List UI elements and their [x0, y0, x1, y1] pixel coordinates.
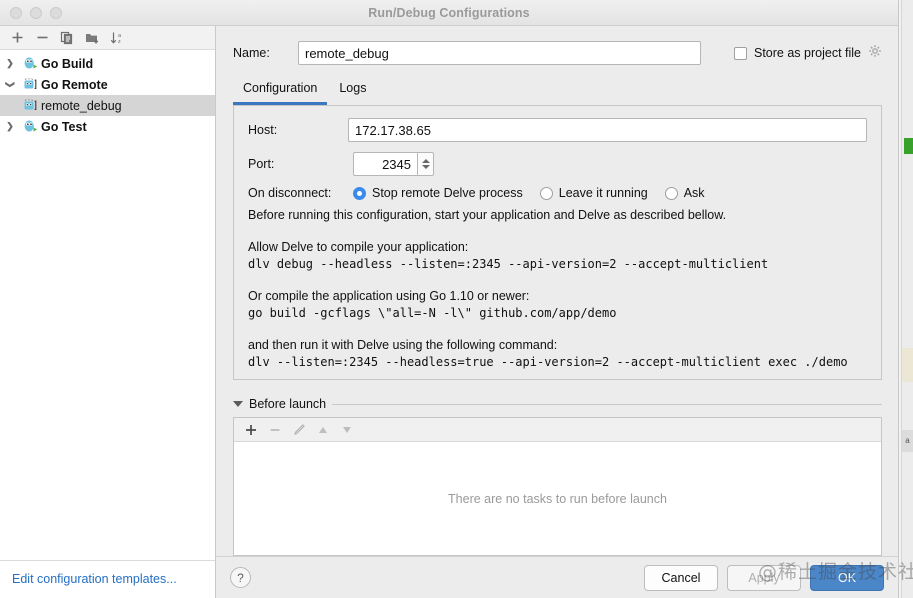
store-as-project-file-checkbox[interactable]	[734, 46, 747, 60]
port-field-row: Port: 2345	[248, 152, 867, 176]
sort-alphabetically-icon[interactable]: a z	[106, 28, 128, 48]
tree-node-label: Go Remote	[41, 77, 108, 92]
radio-button[interactable]	[353, 186, 366, 200]
on-disconnect-label: On disconnect:	[248, 186, 332, 200]
run-debug-configurations-dialog: Run/Debug Configurations a z ❯ Go Build …	[0, 0, 899, 598]
tree-node-label: Go Test	[41, 119, 87, 134]
edit-configuration-templates-link[interactable]: Edit configuration templates...	[12, 572, 177, 586]
edit-task-icon	[290, 421, 308, 439]
window-controls[interactable]	[10, 6, 62, 19]
header-divider	[332, 403, 882, 405]
compile-go-110-command: go build -gcflags \"all=-N -l\" github.c…	[248, 306, 617, 320]
ide-marker-highlight	[902, 348, 913, 382]
host-input[interactable]: 172.17.38.65	[348, 118, 867, 142]
intro-text: Before running this configuration, start…	[248, 208, 727, 222]
window-title: Run/Debug Configurations	[368, 5, 530, 20]
on-disconnect-row: On disconnect: Stop remote Delve process…	[248, 186, 867, 200]
port-stepper[interactable]: 2345	[353, 152, 434, 176]
allow-delve-compile-title: Allow Delve to compile your application:	[248, 240, 469, 254]
store-as-project-file-label: Store as project file	[754, 46, 861, 60]
before-launch-header[interactable]: Before launch	[233, 397, 882, 411]
spinner-down-icon[interactable]	[421, 165, 430, 169]
configurations-tree[interactable]: ❯ Go Build ❯ Go Remote remote_debug ❯ Go…	[0, 50, 215, 560]
before-launch-toolbar	[234, 418, 881, 442]
dialog-footer: ? Cancel Apply OK	[216, 556, 898, 598]
host-field-row: Host: 172.17.38.65	[248, 118, 867, 142]
radio-label: Ask	[683, 186, 705, 200]
store-as-project-file-row[interactable]: Store as project file	[734, 44, 882, 63]
remove-configuration-button[interactable]	[31, 28, 53, 48]
radio-leave-it-running[interactable]: Leave it running	[539, 186, 648, 200]
title-bar: Run/Debug Configurations	[0, 0, 898, 26]
collapse-triangle-icon[interactable]	[233, 401, 243, 407]
radio-button[interactable]	[664, 186, 678, 200]
apply-button: Apply	[727, 564, 801, 591]
port-label: Port:	[248, 157, 275, 171]
name-label: Name:	[233, 46, 270, 60]
tree-node-go-remote[interactable]: ❯ Go Remote	[0, 74, 215, 95]
svg-text:z: z	[118, 39, 121, 45]
ok-button[interactable]: OK	[810, 564, 884, 591]
gear-icon[interactable]	[868, 44, 882, 63]
go-test-icon	[20, 119, 40, 134]
go-remote-icon	[20, 77, 40, 92]
radio-button[interactable]	[539, 186, 553, 200]
compile-go-110-title: Or compile the application using Go 1.10…	[248, 289, 530, 303]
editor-tabs[interactable]: Configuration Logs	[216, 65, 898, 105]
allow-delve-compile-command: dlv debug --headless --listen=:2345 --ap…	[248, 257, 769, 271]
copy-configuration-icon[interactable]	[56, 28, 78, 48]
radio-label: Leave it running	[558, 186, 648, 200]
spinner-up-icon[interactable]	[421, 159, 430, 163]
new-folder-icon[interactable]	[81, 28, 103, 48]
before-launch-title: Before launch	[249, 397, 327, 411]
host-label: Host:	[248, 123, 278, 137]
sidebar-toolbar: a z	[0, 26, 215, 50]
run-with-delve-title: and then run it with Delve using the fol…	[248, 338, 558, 352]
help-button[interactable]: ?	[230, 567, 251, 588]
sidebar-footer: Edit configuration templates...	[0, 560, 215, 598]
footer-actions: Cancel Apply OK	[644, 564, 884, 591]
zoom-window-button[interactable]	[50, 6, 62, 19]
before-launch-empty-text: There are no tasks to run before launch	[448, 491, 667, 506]
port-input[interactable]: 2345	[353, 152, 417, 176]
tree-node-label: remote_debug	[41, 98, 122, 113]
minimize-window-button[interactable]	[30, 6, 42, 19]
run-with-delve-command: dlv --listen=:2345 --headless=true --api…	[248, 355, 848, 369]
chevron-right-icon[interactable]: ❯	[0, 58, 20, 69]
ide-marker-gray: a	[902, 430, 913, 452]
tree-node-remote-debug[interactable]: remote_debug	[0, 95, 215, 116]
remove-task-icon	[266, 421, 284, 439]
name-row: Name: remote_debug Store as project file	[216, 26, 898, 65]
tab-configuration[interactable]: Configuration	[233, 79, 328, 105]
close-window-button[interactable]	[10, 6, 22, 19]
tree-node-go-build[interactable]: ❯ Go Build	[0, 53, 215, 74]
configurations-sidebar: a z ❯ Go Build ❯ Go Remote remote_debug …	[0, 26, 216, 598]
on-disconnect-radio-group[interactable]: Stop remote Delve process Leave it runni…	[353, 186, 722, 200]
chevron-right-icon[interactable]: ❯	[0, 121, 20, 132]
ide-marker-green	[904, 138, 913, 154]
add-configuration-button[interactable]	[6, 28, 28, 48]
radio-ask[interactable]: Ask	[664, 186, 705, 200]
radio-label: Stop remote Delve process	[372, 186, 523, 200]
before-launch-box: There are no tasks to run before launch	[233, 417, 882, 556]
name-input[interactable]: remote_debug	[298, 41, 701, 65]
configuration-editor: Name: remote_debug Store as project file	[216, 26, 898, 598]
ide-right-gutter	[901, 0, 913, 598]
move-down-task-icon	[338, 421, 356, 439]
port-spinner-buttons[interactable]	[417, 152, 434, 176]
radio-stop-remote-delve-process[interactable]: Stop remote Delve process	[353, 186, 523, 200]
move-up-task-icon	[314, 421, 332, 439]
chevron-down-icon[interactable]: ❯	[5, 75, 16, 95]
tab-logs[interactable]: Logs	[329, 79, 376, 105]
add-task-icon[interactable]	[242, 421, 260, 439]
cancel-button[interactable]: Cancel	[644, 564, 718, 591]
go-build-icon	[20, 56, 40, 71]
tree-node-go-test[interactable]: ❯ Go Test	[0, 116, 215, 137]
tree-node-label: Go Build	[41, 56, 94, 71]
configuration-panel: Host: 172.17.38.65 Port: 2345 On disconn…	[233, 105, 882, 380]
go-remote-icon	[20, 98, 40, 113]
